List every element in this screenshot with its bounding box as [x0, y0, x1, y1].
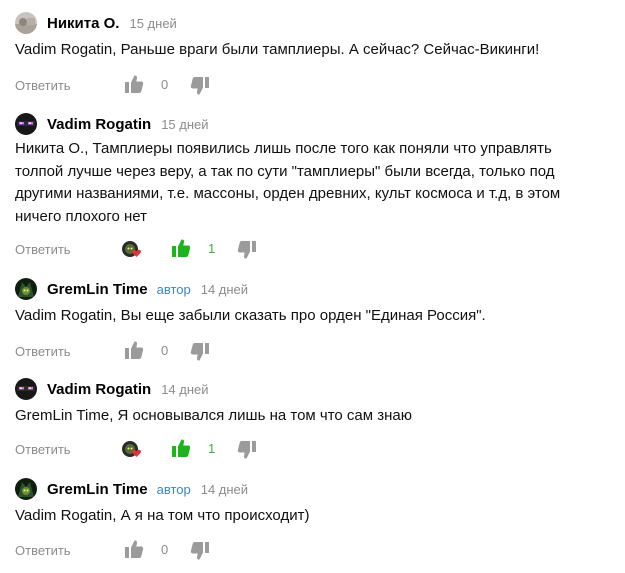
avatar[interactable]: [15, 478, 37, 500]
comment-author[interactable]: Vadim Rogatin: [47, 116, 151, 133]
comment-text: Vadim Rogatin, А я на том что происходит…: [15, 507, 310, 524]
thumbs-down-icon[interactable]: [237, 440, 257, 460]
thumbs-up-icon[interactable]: [171, 438, 191, 458]
thumbs-up-icon[interactable]: [124, 539, 144, 559]
comment-actions: Ответить 1: [15, 238, 71, 260]
comment-author[interactable]: GremLin Time: [47, 481, 148, 498]
thumbs-down-icon[interactable]: [190, 342, 210, 362]
thumbs-up-icon[interactable]: [124, 340, 144, 360]
like-count: 0: [161, 343, 169, 358]
liker-avatar-icon[interactable]: [121, 440, 143, 458]
comment-text: Никита О., Тамплиеры появились лишь посл…: [15, 140, 561, 225]
reply-button[interactable]: Ответить: [15, 344, 71, 359]
reply-button[interactable]: Ответить: [15, 442, 71, 457]
avatar[interactable]: [15, 378, 37, 400]
reply-button[interactable]: Ответить: [15, 78, 71, 93]
author-badge: автор: [156, 481, 191, 497]
reply-button[interactable]: Ответить: [15, 242, 71, 257]
avatar[interactable]: [15, 278, 37, 300]
comment-date: 14 дней: [200, 481, 249, 497]
thumbs-down-icon[interactable]: [190, 541, 210, 561]
comment-date: 14 дней: [200, 281, 249, 297]
like-count: 0: [161, 542, 169, 557]
comment-actions: Ответить 1: [15, 438, 71, 460]
comment-date: 15 дней: [161, 116, 209, 132]
thumbs-down-icon[interactable]: [190, 76, 210, 96]
like-count: 1: [208, 441, 216, 456]
comment-text: Vadim Rogatin, Раньше враги были тамплие…: [15, 41, 540, 58]
liker-avatar-icon[interactable]: [121, 240, 143, 258]
comment-actions: Ответить 0: [15, 74, 71, 96]
comment-date: 14 дней: [161, 381, 209, 397]
comment-actions: Ответить 0: [15, 340, 71, 362]
comment-author[interactable]: Vadim Rogatin: [47, 381, 151, 398]
comment-text: Vadim Rogatin, Вы еще забыли сказать про…: [15, 307, 486, 324]
reply-button[interactable]: Ответить: [15, 543, 71, 558]
avatar[interactable]: [15, 113, 37, 135]
comment-author[interactable]: Никита О.: [47, 15, 119, 32]
like-count: 1: [208, 241, 216, 256]
avatar[interactable]: [15, 12, 37, 34]
comment-actions: Ответить 0: [15, 539, 71, 561]
thumbs-up-icon[interactable]: [124, 74, 144, 94]
thumbs-down-icon[interactable]: [237, 240, 257, 260]
comment-text: GremLin Time, Я основывался лишь на том …: [15, 407, 412, 424]
comment-date: 15 дней: [129, 15, 177, 31]
thumbs-up-icon[interactable]: [171, 238, 191, 258]
comment-author[interactable]: GremLin Time: [47, 281, 148, 298]
like-count: 0: [161, 77, 169, 92]
author-badge: автор: [156, 281, 191, 297]
